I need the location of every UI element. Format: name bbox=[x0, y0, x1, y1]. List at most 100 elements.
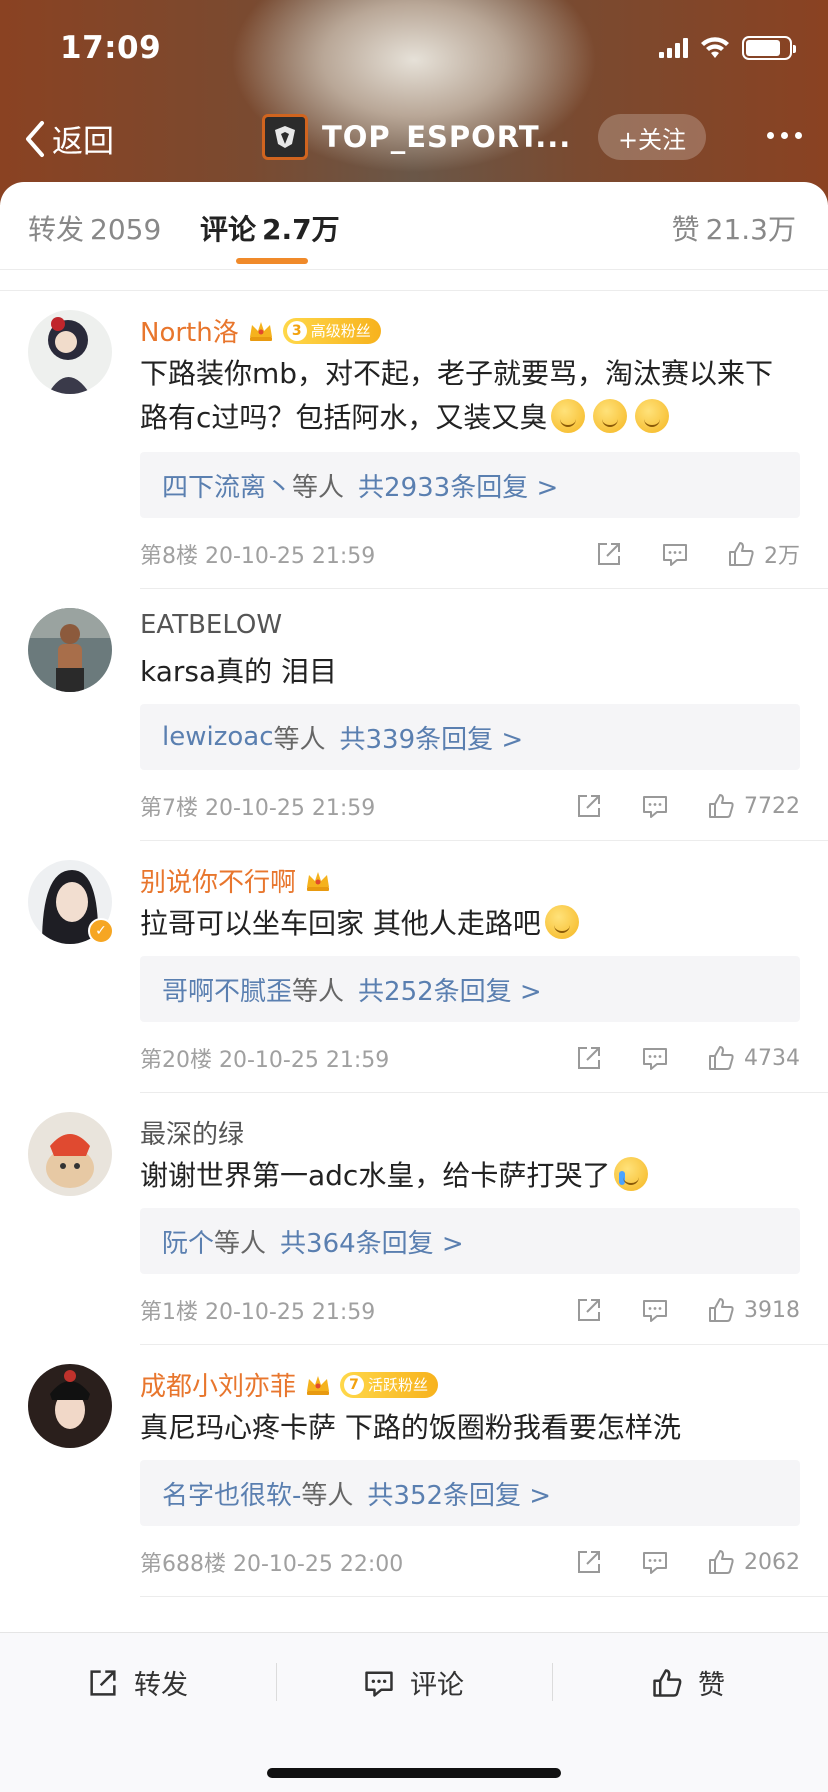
thumbs-up-icon bbox=[709, 1046, 734, 1070]
reply-user: 阮个 bbox=[162, 1228, 215, 1259]
like-count: 2062 bbox=[744, 1549, 800, 1575]
reply-others: 等人 bbox=[292, 976, 345, 1007]
chevron-left-icon bbox=[26, 120, 44, 157]
divider bbox=[0, 290, 828, 291]
page-title: TOP_ESPORT... bbox=[322, 120, 572, 154]
comment-author[interactable]: North洛 bbox=[140, 312, 239, 349]
comment-author[interactable]: 最深的绿 bbox=[140, 1114, 244, 1151]
reply-summary[interactable]: lewizoac 等人 共339条回复 > bbox=[140, 704, 800, 770]
reply-summary[interactable]: 阮个 等人 共364条回复 > bbox=[140, 1208, 800, 1274]
comment-label: 评论 bbox=[410, 1670, 464, 1701]
comment-text: 谢谢世界第一adc水皇，给卡萨打哭了 bbox=[140, 1154, 800, 1198]
tab-repost-label: 转发 bbox=[28, 213, 85, 246]
thumbs-up-icon bbox=[729, 542, 754, 566]
divider bbox=[140, 588, 828, 589]
share-icon[interactable] bbox=[594, 539, 624, 569]
comment-icon[interactable] bbox=[660, 539, 690, 569]
signal-icon bbox=[659, 38, 688, 58]
like-button[interactable]: 3918 bbox=[706, 1295, 800, 1325]
thumbs-up-icon bbox=[709, 794, 734, 818]
repost-label: 转发 bbox=[134, 1670, 188, 1701]
comment-icon[interactable] bbox=[640, 1295, 670, 1325]
tab-likes[interactable]: 赞 21.3万 bbox=[672, 208, 796, 248]
status-time: 17:09 bbox=[60, 30, 162, 66]
tab-likes-count: 21.3万 bbox=[705, 213, 796, 246]
comment-author[interactable]: EATBELOW bbox=[140, 610, 282, 640]
share-icon[interactable] bbox=[574, 1295, 604, 1325]
reply-summary[interactable]: 名字也很软- 等人 共352条回复 > bbox=[140, 1460, 800, 1526]
follow-button[interactable]: +关注 bbox=[598, 114, 706, 160]
reply-others: 等人 bbox=[301, 1480, 354, 1511]
divider bbox=[140, 1344, 828, 1345]
comment-author[interactable]: 别说你不行啊 bbox=[140, 862, 296, 899]
comment-icon[interactable] bbox=[640, 1043, 670, 1073]
repost-button[interactable]: 转发 bbox=[86, 1663, 188, 1702]
smile-emoji-icon bbox=[635, 399, 670, 433]
avatar[interactable] bbox=[28, 608, 112, 692]
reply-others: 等人 bbox=[214, 1228, 267, 1259]
comment-floor-time: 第688楼 20-10-25 22:00 bbox=[140, 1552, 404, 1577]
divider bbox=[140, 1596, 828, 1597]
avatar[interactable] bbox=[28, 1112, 112, 1196]
verified-badge-icon: ✓ bbox=[88, 918, 114, 944]
comment-author[interactable]: 成都小刘亦菲 bbox=[140, 1366, 296, 1403]
avatar[interactable] bbox=[28, 310, 112, 394]
home-indicator bbox=[267, 1768, 561, 1778]
comment-floor-time: 第1楼 20-10-25 21:59 bbox=[140, 1300, 376, 1325]
smile-emoji-icon bbox=[593, 399, 628, 433]
divider bbox=[276, 1663, 277, 1701]
comment-meta: 第7楼 20-10-25 21:59 7722 bbox=[140, 788, 800, 824]
active-tab-indicator bbox=[236, 258, 308, 264]
smile-emoji-icon bbox=[551, 399, 586, 433]
comment-meta: 第8楼 20-10-25 21:59 2万 bbox=[140, 536, 800, 572]
like-count: 3918 bbox=[744, 1297, 800, 1323]
share-icon[interactable] bbox=[574, 791, 604, 821]
comment-meta: 第20楼 20-10-25 21:59 4734 bbox=[140, 1040, 800, 1076]
tab-repost[interactable]: 转发 2059 bbox=[28, 208, 161, 248]
crown-icon bbox=[307, 871, 330, 891]
like-button[interactable]: 4734 bbox=[706, 1043, 800, 1073]
tab-repost-count: 2059 bbox=[90, 213, 162, 246]
share-icon[interactable] bbox=[574, 1547, 604, 1577]
tab-likes-label: 赞 bbox=[671, 213, 700, 246]
tab-comments[interactable]: 评论 2.7万 bbox=[200, 208, 340, 248]
share-icon[interactable] bbox=[574, 1043, 604, 1073]
comment-icon[interactable] bbox=[640, 1547, 670, 1577]
like-count: 4734 bbox=[744, 1045, 800, 1071]
comment-text-content: 真尼玛心疼卡萨 下路的饭圈粉我看要怎样洗 bbox=[140, 1411, 681, 1444]
like-label: 赞 bbox=[698, 1670, 725, 1701]
crown-icon bbox=[307, 1375, 330, 1395]
nav-bar: 返回 TOP_ESPORT... +关注 bbox=[0, 112, 828, 168]
like-button[interactable]: 2062 bbox=[706, 1547, 800, 1577]
header-banner: 17:09 返回 TOP_ESPORT... +关注 bbox=[0, 0, 828, 205]
more-options-icon[interactable] bbox=[767, 120, 802, 150]
comment-floor-time: 第7楼 20-10-25 21:59 bbox=[140, 796, 376, 821]
tab-comments-label: 评论 bbox=[200, 213, 257, 246]
comment-button[interactable]: 评论 bbox=[362, 1663, 464, 1702]
back-button[interactable]: 返回 bbox=[22, 116, 114, 161]
reply-user: 四下流离丶 bbox=[162, 472, 293, 503]
comment-icon[interactable] bbox=[640, 791, 670, 821]
reply-summary[interactable]: 四下流离丶 等人 共2933条回复 > bbox=[140, 452, 800, 518]
like-button[interactable]: 2万 bbox=[726, 538, 800, 570]
avatar[interactable] bbox=[28, 1364, 112, 1448]
share-icon bbox=[90, 1669, 116, 1696]
reply-count: 共339条回复 > bbox=[339, 724, 524, 755]
account-title[interactable]: TOP_ESPORT... bbox=[262, 114, 571, 160]
comment-text: karsa真的 泪目 bbox=[140, 650, 800, 694]
comment-header: 最深的绿 bbox=[140, 1114, 244, 1151]
crying-emoji-icon bbox=[614, 1157, 649, 1191]
like-post-button[interactable]: 赞 bbox=[650, 1663, 725, 1702]
comment-text-content: 拉哥可以坐车回家 其他人走路吧 bbox=[140, 907, 541, 940]
like-button[interactable]: 7722 bbox=[706, 791, 800, 821]
reply-summary[interactable]: 哥啊不腻歪 等人 共252条回复 > bbox=[140, 956, 800, 1022]
divider bbox=[140, 840, 828, 841]
upside-down-emoji-icon bbox=[544, 905, 579, 939]
back-label: 返回 bbox=[52, 124, 114, 160]
fan-badge: 3 高级粉丝 bbox=[282, 317, 381, 344]
comment-text-content: karsa真的 泪目 bbox=[140, 655, 338, 688]
comment-header: EATBELOW bbox=[140, 610, 282, 640]
wifi-icon bbox=[701, 37, 729, 58]
comment-floor-time: 第8楼 20-10-25 21:59 bbox=[140, 544, 376, 569]
comment-meta: 第1楼 20-10-25 21:59 3918 bbox=[140, 1292, 800, 1328]
